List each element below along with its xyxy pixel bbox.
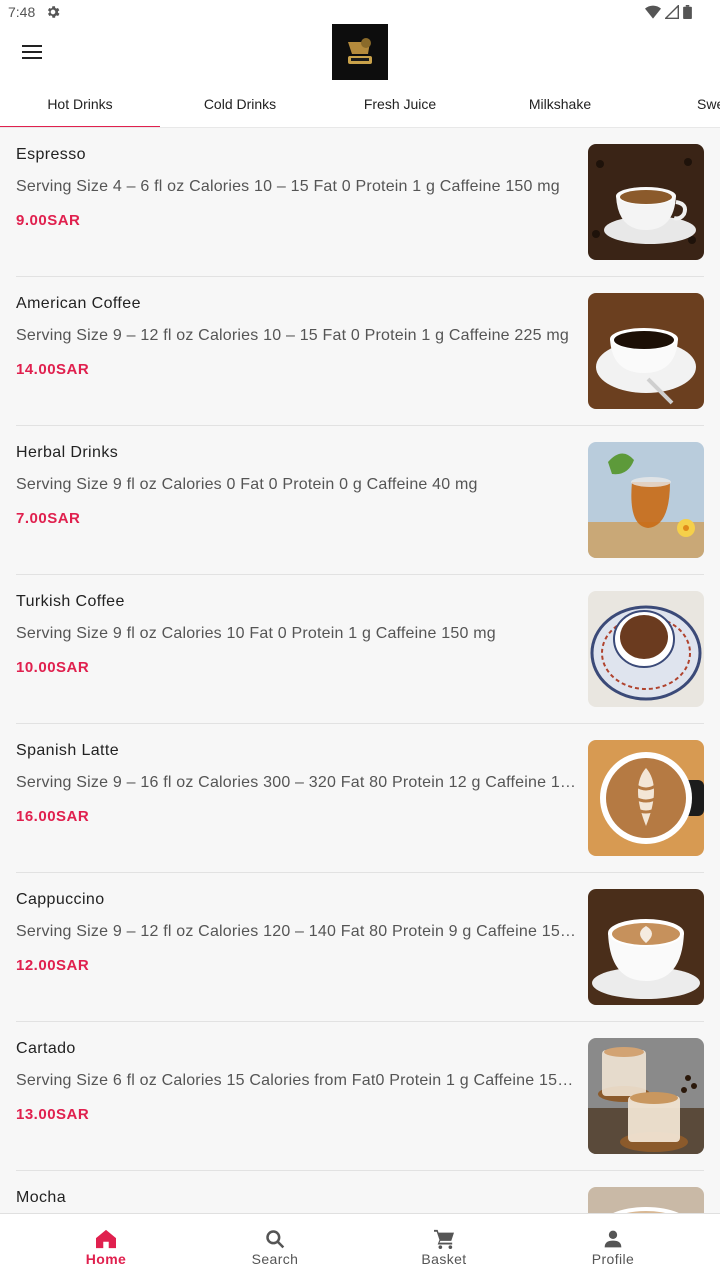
list-item[interactable]: American Coffee Serving Size 9 – 12 fl o… — [16, 277, 704, 426]
product-image — [588, 144, 704, 260]
product-description: Serving Size 9 – 12 fl oz Calories 120 –… — [16, 923, 578, 940]
product-description: Serving Size 9 – 16 fl oz Calories 300 –… — [16, 774, 578, 791]
product-image — [588, 1187, 704, 1213]
hamburger-menu-icon — [22, 45, 42, 59]
tab-cold-drinks[interactable]: Cold Drinks — [160, 80, 320, 127]
product-list: Espresso Serving Size 4 – 6 fl oz Calori… — [0, 128, 720, 1213]
tab-sweets[interactable]: Swe — [640, 80, 720, 127]
nav-profile-label: Profile — [591, 1250, 635, 1267]
status-icons — [645, 5, 712, 19]
nav-home-label: Home — [85, 1250, 127, 1267]
nav-search[interactable]: Search — [190, 1214, 360, 1280]
product-description: Serving Size 6 fl oz Calories 15 Calorie… — [16, 1072, 578, 1089]
product-name: American Coffee — [16, 295, 141, 312]
product-description: Serving Size 9 – 12 fl oz Calories 10 – … — [16, 327, 569, 344]
product-name: Cappuccino — [16, 891, 105, 908]
product-price: 12.00SAR — [16, 957, 90, 974]
list-item[interactable]: Espresso Serving Size 4 – 6 fl oz Calori… — [16, 128, 704, 277]
product-price: 10.00SAR — [16, 659, 90, 676]
status-bar: 7:48 — [0, 0, 720, 24]
category-tabs: Hot Drinks Cold Drinks Fresh Juice Milks… — [0, 80, 720, 128]
product-image — [588, 889, 704, 1005]
signal-icon — [665, 5, 679, 19]
product-name: Turkish Coffee — [16, 593, 125, 610]
product-name: Espresso — [16, 146, 86, 163]
product-price: 16.00SAR — [16, 808, 90, 825]
nav-basket-label: Basket — [421, 1250, 467, 1267]
settings-icon — [48, 6, 60, 18]
nav-profile[interactable]: Profile — [528, 1214, 698, 1280]
tab-hot-drinks[interactable]: Hot Drinks — [0, 80, 160, 127]
logo-emblem-icon — [348, 38, 372, 64]
product-price: 9.00SAR — [16, 212, 81, 229]
list-item[interactable]: Turkish Coffee Serving Size 9 fl oz Calo… — [16, 575, 704, 724]
product-image — [588, 1038, 704, 1154]
list-item[interactable]: Cartado Serving Size 6 fl oz Calories 15… — [16, 1022, 704, 1171]
wifi-icon — [645, 5, 661, 19]
product-name: Mocha — [16, 1189, 67, 1206]
app-bar — [0, 24, 720, 80]
list-item[interactable]: Spanish Latte Serving Size 9 – 16 fl oz … — [16, 724, 704, 873]
cart-icon — [434, 1229, 454, 1249]
nav-home[interactable]: Home — [21, 1214, 191, 1280]
product-name: Spanish Latte — [16, 742, 120, 759]
product-price: 13.00SAR — [16, 1106, 90, 1123]
status-time: 7:48 — [8, 4, 36, 20]
app-logo — [332, 24, 388, 80]
tab-milkshake[interactable]: Milkshake — [480, 80, 640, 127]
bottom-navigation: Home Search Basket Profile — [0, 1213, 720, 1280]
product-name: Cartado — [16, 1040, 76, 1057]
product-image — [588, 442, 704, 558]
home-icon — [96, 1229, 116, 1248]
tab-fresh-juice[interactable]: Fresh Juice — [320, 80, 480, 127]
nav-basket[interactable]: Basket — [359, 1214, 529, 1280]
product-description: Serving Size 4 – 6 fl oz Calories 10 – 1… — [16, 178, 560, 195]
product-description: Serving Size 9 fl oz Calories 10 Fat 0 P… — [16, 625, 496, 642]
product-name: Herbal Drinks — [16, 444, 119, 461]
search-icon — [266, 1229, 285, 1248]
product-description: Serving Size 9 fl oz Calories 0 Fat 0 Pr… — [16, 476, 478, 493]
product-image — [588, 591, 704, 707]
battery-icon — [683, 5, 692, 19]
nav-search-label: Search — [251, 1250, 299, 1267]
list-item[interactable]: Mocha — [16, 1171, 704, 1213]
product-price: 14.00SAR — [16, 361, 90, 378]
product-image — [588, 293, 704, 409]
list-item[interactable]: Herbal Drinks Serving Size 9 fl oz Calor… — [16, 426, 704, 575]
list-item[interactable]: Cappuccino Serving Size 9 – 12 fl oz Cal… — [16, 873, 704, 1022]
person-icon — [604, 1230, 622, 1247]
product-image — [588, 740, 704, 856]
menu-button[interactable] — [12, 32, 52, 72]
product-price: 7.00SAR — [16, 510, 81, 527]
